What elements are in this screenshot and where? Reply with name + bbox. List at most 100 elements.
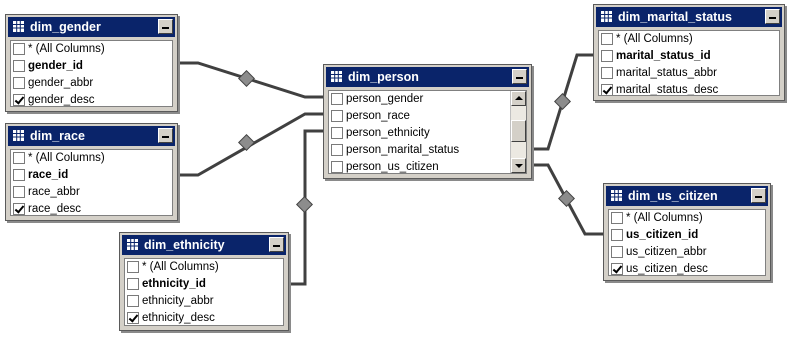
minimize-icon[interactable] bbox=[158, 19, 173, 34]
checkbox-icon[interactable] bbox=[127, 261, 139, 273]
column-row[interactable]: marital_status_id bbox=[599, 48, 779, 65]
relationship-diamond-icon bbox=[554, 93, 571, 110]
column-row[interactable]: person_marital_status bbox=[329, 142, 526, 159]
table-title-bar[interactable]: dim_person bbox=[326, 67, 529, 87]
column-row[interactable]: us_citizen_desc bbox=[609, 261, 765, 275]
column-row[interactable]: person_ethnicity bbox=[329, 125, 526, 142]
column-list: * (All Columns) race_id race_abbr race_d… bbox=[10, 149, 173, 216]
scroll-thumb[interactable] bbox=[511, 120, 526, 142]
column-label: us_citizen_desc bbox=[626, 263, 708, 275]
table-title-bar[interactable]: dim_race bbox=[8, 126, 175, 146]
minimize-icon[interactable] bbox=[158, 128, 173, 143]
scroll-down-icon[interactable] bbox=[511, 158, 526, 173]
checkbox-icon[interactable] bbox=[13, 60, 25, 72]
column-row[interactable]: marital_status_desc bbox=[599, 82, 779, 95]
table-title-bar[interactable]: dim_us_citizen bbox=[606, 186, 768, 206]
column-label: marital_status_abbr bbox=[616, 67, 717, 79]
checkbox-icon[interactable] bbox=[13, 43, 25, 55]
table-title: dim_race bbox=[30, 129, 85, 143]
table-dim-gender[interactable]: dim_gender * (All Columns) gender_id gen… bbox=[5, 14, 178, 112]
column-row[interactable]: gender_abbr bbox=[11, 75, 172, 92]
table-title: dim_person bbox=[348, 70, 419, 84]
column-label: * (All Columns) bbox=[28, 152, 105, 164]
column-label: gender_id bbox=[28, 60, 83, 72]
checkbox-icon[interactable] bbox=[331, 127, 343, 139]
column-row[interactable]: race_desc bbox=[11, 201, 172, 215]
table-title: dim_gender bbox=[30, 20, 101, 34]
table-dim-marital-status[interactable]: dim_marital_status * (All Columns) marit… bbox=[593, 4, 785, 101]
column-label: person_marital_status bbox=[346, 144, 460, 156]
column-list: * (All Columns) us_citizen_id us_citizen… bbox=[608, 209, 766, 276]
column-row[interactable]: person_us_citizen bbox=[329, 159, 526, 173]
column-row[interactable]: * (All Columns) bbox=[609, 210, 765, 227]
checkbox-icon[interactable] bbox=[601, 50, 613, 62]
column-row[interactable]: us_citizen_id bbox=[609, 227, 765, 244]
column-label: race_id bbox=[28, 169, 69, 181]
checkbox-icon[interactable] bbox=[13, 186, 25, 198]
checkbox-icon[interactable] bbox=[611, 229, 623, 241]
checkbox-icon[interactable] bbox=[611, 263, 623, 275]
column-row[interactable]: marital_status_abbr bbox=[599, 65, 779, 82]
checkbox-icon[interactable] bbox=[13, 77, 25, 89]
table-dim-us-citizen[interactable]: dim_us_citizen * (All Columns) us_citize… bbox=[603, 183, 771, 281]
checkbox-icon[interactable] bbox=[13, 169, 25, 181]
column-label: * (All Columns) bbox=[616, 33, 693, 45]
column-label: us_citizen_id bbox=[626, 229, 699, 241]
checkbox-icon[interactable] bbox=[611, 246, 623, 258]
column-row[interactable]: * (All Columns) bbox=[599, 31, 779, 48]
checkbox-icon[interactable] bbox=[127, 295, 139, 307]
column-row[interactable]: ethnicity_abbr bbox=[125, 293, 283, 310]
checkbox-icon[interactable] bbox=[13, 152, 25, 164]
column-row[interactable]: * (All Columns) bbox=[125, 259, 283, 276]
column-row[interactable]: * (All Columns) bbox=[11, 41, 172, 58]
table-title: dim_us_citizen bbox=[628, 189, 718, 203]
table-title-bar[interactable]: dim_gender bbox=[8, 17, 175, 37]
table-title-bar[interactable]: dim_ethnicity bbox=[122, 235, 286, 255]
column-row[interactable]: person_race bbox=[329, 108, 526, 125]
minimize-icon[interactable] bbox=[751, 188, 766, 203]
checkbox-icon[interactable] bbox=[331, 144, 343, 156]
checkbox-icon[interactable] bbox=[601, 67, 613, 79]
checkbox-icon[interactable] bbox=[331, 110, 343, 122]
column-label: person_us_citizen bbox=[346, 161, 439, 173]
checkbox-icon[interactable] bbox=[13, 94, 25, 106]
vertical-scrollbar[interactable] bbox=[510, 91, 526, 173]
minimize-icon[interactable] bbox=[765, 9, 780, 24]
checkbox-icon[interactable] bbox=[127, 278, 139, 290]
column-list: * (All Columns) ethnicity_id ethnicity_a… bbox=[124, 258, 284, 326]
column-list: * (All Columns) marital_status_id marita… bbox=[598, 30, 780, 96]
relationship-diamond-icon bbox=[238, 70, 255, 87]
column-row[interactable]: gender_id bbox=[11, 58, 172, 75]
minimize-icon[interactable] bbox=[269, 237, 284, 252]
column-label: person_ethnicity bbox=[346, 127, 430, 139]
diagram-canvas: dim_gender * (All Columns) gender_id gen… bbox=[0, 0, 788, 340]
checkbox-icon[interactable] bbox=[601, 33, 613, 45]
table-grid-icon bbox=[601, 11, 612, 22]
column-label: gender_abbr bbox=[28, 77, 94, 89]
column-row[interactable]: race_abbr bbox=[11, 184, 172, 201]
checkbox-icon[interactable] bbox=[331, 93, 343, 105]
column-label: person_race bbox=[346, 110, 410, 122]
checkbox-icon[interactable] bbox=[127, 312, 139, 324]
column-row[interactable]: race_id bbox=[11, 167, 172, 184]
minimize-icon[interactable] bbox=[512, 69, 527, 84]
table-grid-icon bbox=[331, 71, 342, 82]
table-dim-person[interactable]: dim_person person_gender person_race per… bbox=[323, 64, 532, 179]
column-row[interactable]: ethnicity_desc bbox=[125, 310, 283, 325]
table-dim-race[interactable]: dim_race * (All Columns) race_id race_ab… bbox=[5, 123, 178, 221]
column-row[interactable]: * (All Columns) bbox=[11, 150, 172, 167]
table-title-bar[interactable]: dim_marital_status bbox=[596, 7, 782, 27]
column-label: ethnicity_desc bbox=[142, 312, 215, 324]
checkbox-icon[interactable] bbox=[13, 203, 25, 215]
scroll-up-icon[interactable] bbox=[511, 91, 526, 106]
checkbox-icon[interactable] bbox=[331, 161, 343, 173]
column-row[interactable]: ethnicity_id bbox=[125, 276, 283, 293]
column-row[interactable]: us_citizen_abbr bbox=[609, 244, 765, 261]
relationship-diamond-icon bbox=[238, 134, 255, 151]
checkbox-icon[interactable] bbox=[611, 212, 623, 224]
column-row[interactable]: gender_desc bbox=[11, 92, 172, 106]
table-grid-icon bbox=[611, 190, 622, 201]
table-dim-ethnicity[interactable]: dim_ethnicity * (All Columns) ethnicity_… bbox=[119, 232, 289, 331]
column-row[interactable]: person_gender bbox=[329, 91, 526, 108]
checkbox-icon[interactable] bbox=[601, 84, 613, 95]
